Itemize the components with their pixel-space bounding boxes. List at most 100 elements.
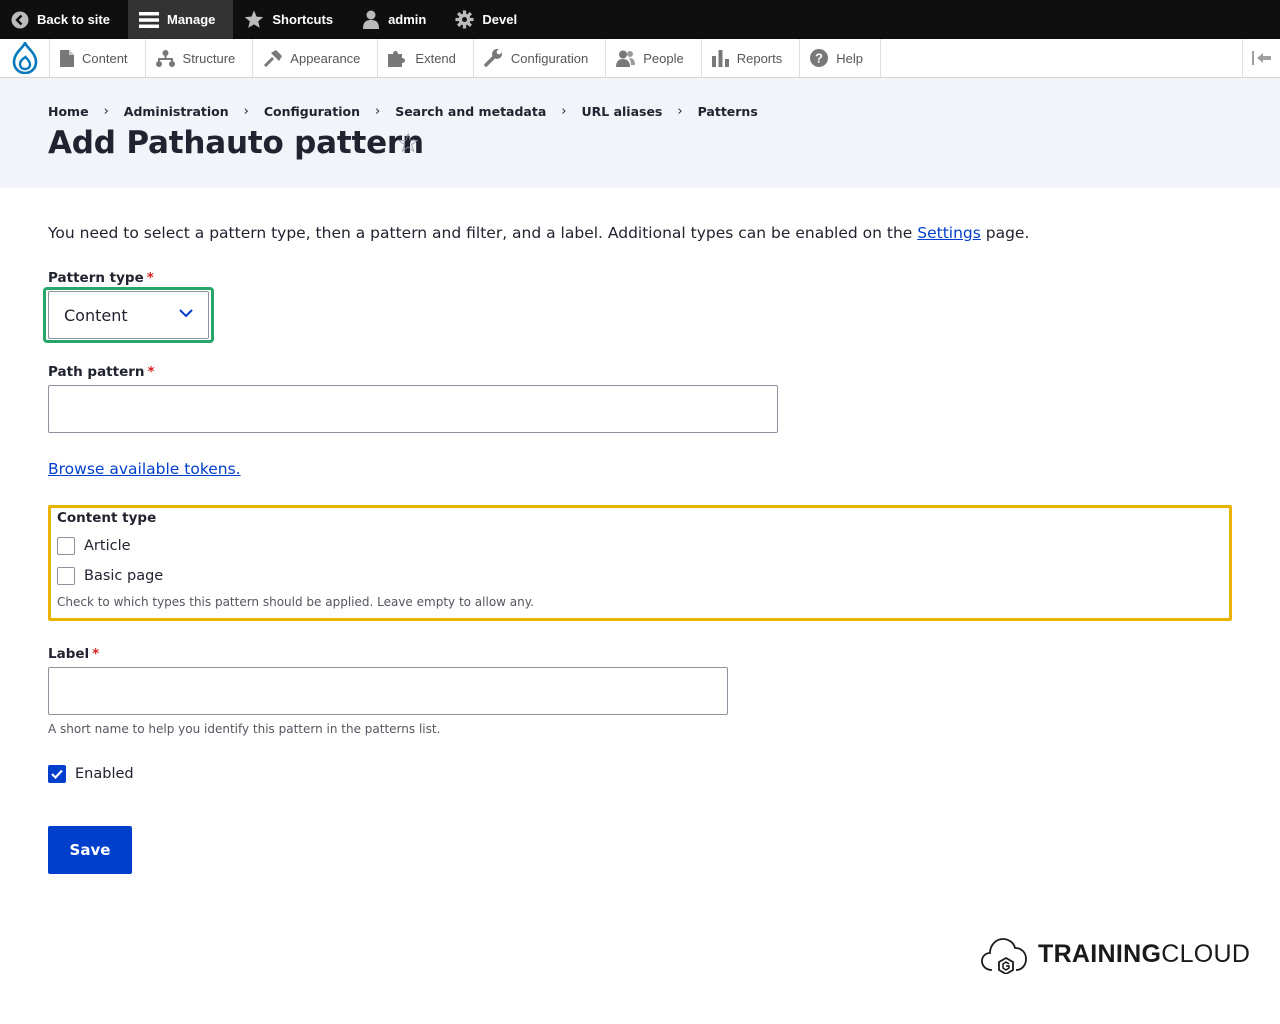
sitemap-icon	[155, 49, 175, 67]
people-icon	[616, 50, 636, 67]
enabled-label: Enabled	[75, 766, 134, 782]
drupal-logo-icon	[12, 42, 37, 74]
tray-item-structure[interactable]: Structure	[146, 39, 254, 77]
intro-text-before: You need to select a pattern type, then …	[48, 224, 918, 242]
basic-page-checkbox-label: Basic page	[84, 568, 164, 584]
required-marker: *	[92, 646, 100, 662]
path-pattern-input[interactable]	[48, 385, 778, 433]
back-to-site-label: Back to site	[37, 12, 110, 27]
content-type-description: Check to which types this pattern should…	[57, 595, 534, 609]
admin-toolbar: Back to site Manage Shortcuts admin Deve…	[0, 0, 1280, 39]
tray-label-configuration: Configuration	[510, 50, 589, 66]
tray-label-structure: Structure	[182, 50, 236, 66]
breadcrumb: Home › Administration › Configuration › …	[48, 104, 758, 119]
devel-label: Devel	[482, 12, 518, 27]
pattern-type-label-text: Pattern type	[48, 270, 144, 286]
breadcrumb-separator: ›	[374, 104, 381, 119]
tray-label-extend: Extend	[415, 50, 456, 66]
breadcrumb-separator: ›	[103, 104, 109, 119]
user-button[interactable]: admin	[351, 0, 444, 39]
tray-label-reports: Reports	[736, 50, 783, 66]
back-to-site-button[interactable]: Back to site	[0, 0, 128, 39]
content-type-legend: Content type	[57, 510, 157, 526]
path-pattern-label-text: Path pattern	[48, 364, 145, 380]
user-label: admin	[388, 12, 427, 27]
svg-text:?: ?	[815, 51, 823, 66]
paintbrush-icon	[264, 49, 283, 67]
basic-page-checkbox[interactable]	[57, 567, 75, 585]
breadcrumb-home[interactable]: Home	[48, 104, 89, 119]
article-checkbox-label: Article	[84, 538, 131, 554]
star-icon	[245, 10, 264, 28]
label-field-label-text: Label	[48, 646, 90, 662]
manage-button[interactable]: Manage	[127, 0, 234, 39]
label-field-label: Label *	[48, 646, 99, 662]
puzzle-icon	[388, 51, 406, 67]
breadcrumb-patterns[interactable]: Patterns	[698, 104, 758, 119]
wordmark-bold: TRAINING	[1038, 939, 1162, 968]
browse-tokens-link[interactable]: Browse available tokens.	[48, 460, 241, 478]
page-title: Add Pathauto pattern	[48, 125, 424, 161]
drupal-logo-link[interactable]	[0, 39, 50, 77]
shortcuts-label: Shortcuts	[272, 12, 334, 27]
tray-item-content[interactable]: Content	[50, 39, 146, 77]
tray-item-reports[interactable]: Reports	[702, 39, 801, 77]
tray-spacer	[881, 39, 1242, 77]
pattern-type-value: Content	[64, 305, 128, 325]
bar-chart-icon	[711, 49, 729, 67]
help-icon: ?	[810, 49, 829, 67]
required-marker: *	[146, 270, 154, 286]
label-input[interactable]	[48, 667, 728, 715]
article-checkbox-row[interactable]: Article	[57, 537, 131, 555]
devel-button[interactable]: Devel	[444, 0, 535, 39]
pattern-type-label: Pattern type *	[48, 270, 154, 286]
manage-label: Manage	[166, 12, 216, 27]
path-pattern-label: Path pattern *	[48, 364, 155, 380]
add-shortcut-star-icon[interactable]: ☆	[396, 130, 420, 157]
basic-page-checkbox-row[interactable]: Basic page	[57, 567, 163, 585]
breadcrumb-search-metadata[interactable]: Search and metadata	[395, 104, 546, 119]
gear-icon	[455, 10, 474, 29]
tray-label-people: People	[643, 50, 684, 66]
tray-item-people[interactable]: People	[606, 39, 702, 77]
tray-item-help[interactable]: ? Help	[800, 39, 881, 77]
cloud-logo-icon	[981, 938, 1027, 974]
enabled-checkbox[interactable]	[48, 765, 66, 783]
pattern-type-select[interactable]: Content	[48, 291, 209, 339]
breadcrumb-url-aliases[interactable]: URL aliases	[581, 104, 662, 119]
tray-label-content: Content	[82, 50, 128, 66]
tray-label-help: Help	[836, 50, 863, 66]
hamburger-icon	[138, 11, 159, 28]
shortcuts-button[interactable]: Shortcuts	[233, 0, 351, 39]
wrench-icon	[484, 49, 502, 67]
breadcrumb-separator: ›	[677, 104, 683, 119]
checkmark-icon	[51, 769, 63, 779]
breadcrumb-configuration[interactable]: Configuration	[264, 104, 360, 119]
page-header: Home › Administration › Configuration › …	[0, 78, 1280, 188]
required-marker: *	[147, 364, 155, 380]
chevron-down-icon	[179, 309, 193, 318]
collapse-icon	[1251, 51, 1271, 65]
intro-text-after: page.	[980, 224, 1030, 242]
tray-item-extend[interactable]: Extend	[378, 39, 474, 77]
trainingcloud-wordmark: TRAININGCLOUD	[1038, 940, 1250, 969]
wordmark-regular: CLOUD	[1161, 939, 1251, 968]
enabled-checkbox-row[interactable]: Enabled	[48, 765, 134, 783]
user-icon	[363, 10, 380, 29]
breadcrumb-administration[interactable]: Administration	[124, 104, 229, 119]
article-checkbox[interactable]	[57, 537, 75, 555]
tray-item-appearance[interactable]: Appearance	[253, 39, 379, 77]
breadcrumb-separator: ›	[561, 104, 567, 119]
admin-tray: Content Structure Appearance Extend Conf…	[0, 39, 1280, 78]
tray-label-appearance: Appearance	[290, 50, 361, 66]
label-field-description: A short name to help you identify this p…	[48, 722, 441, 736]
collapse-tray-button[interactable]	[1242, 39, 1280, 77]
intro-text: You need to select a pattern type, then …	[48, 224, 1029, 242]
breadcrumb-separator: ›	[243, 104, 249, 119]
back-arrow-icon	[11, 11, 29, 28]
document-icon	[60, 49, 74, 67]
settings-link[interactable]: Settings	[917, 224, 981, 242]
save-button[interactable]: Save	[48, 826, 132, 874]
trainingcloud-logo: TRAININGCLOUD	[980, 934, 1250, 974]
tray-item-configuration[interactable]: Configuration	[474, 39, 607, 77]
